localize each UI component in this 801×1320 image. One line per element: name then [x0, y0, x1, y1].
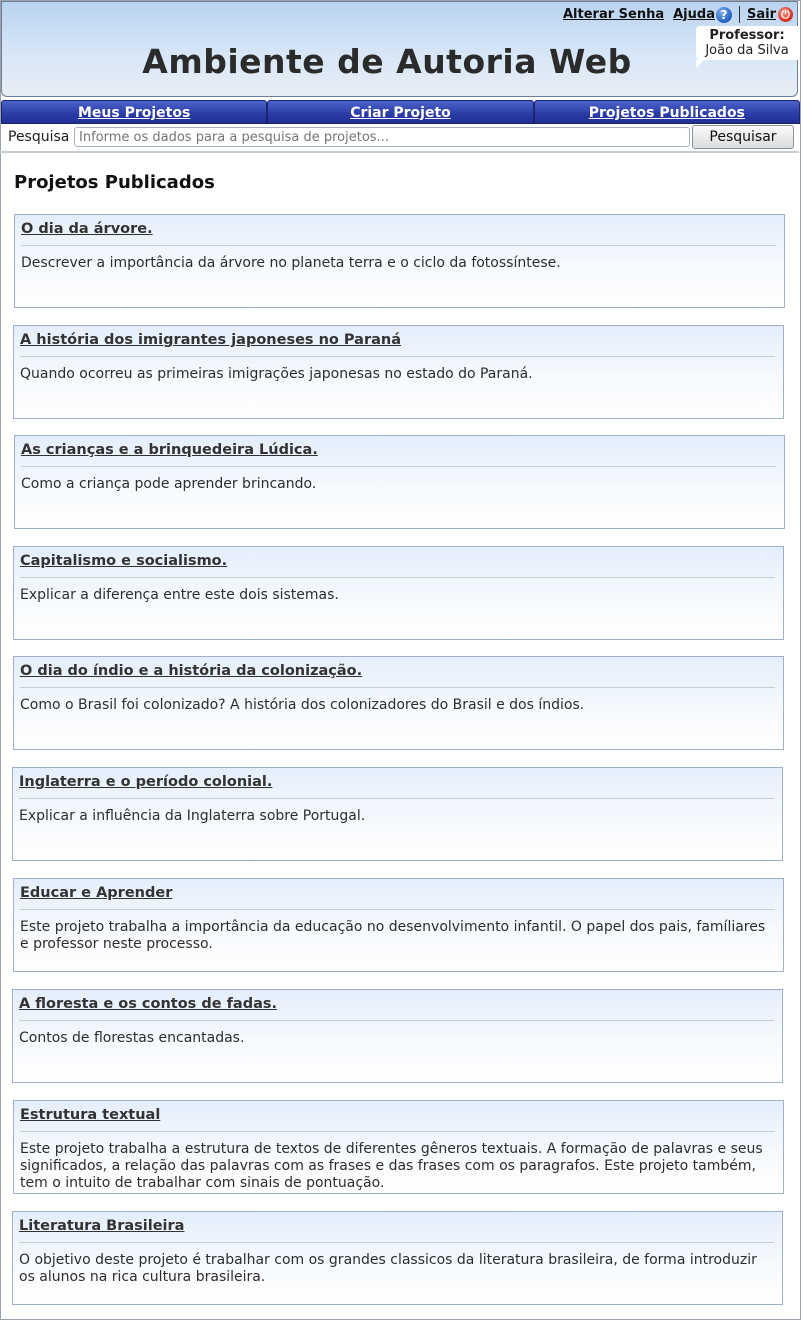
- search-label: Pesquisa: [8, 129, 70, 145]
- top-links: Alterar Senha Ajuda ? Sair ⏻: [563, 6, 793, 23]
- power-icon[interactable]: ⏻: [778, 7, 793, 22]
- project-title-link[interactable]: Educar e Aprender: [20, 885, 775, 910]
- project-card: A floresta e os contos de fadas. Contos …: [12, 989, 783, 1083]
- help-icon[interactable]: ?: [715, 6, 732, 23]
- project-title-link[interactable]: Estrutura textual: [20, 1107, 775, 1132]
- project-description: Contos de florestas encantadas.: [19, 1030, 245, 1046]
- project-description: Explicar a influência da Inglaterra sobr…: [19, 808, 366, 824]
- main-nav: Meus Projetos Criar Projeto Projetos Pub…: [1, 100, 800, 124]
- tab-meus-projetos[interactable]: Meus Projetos: [1, 100, 268, 124]
- divider: [738, 6, 740, 23]
- project-card: Capitalismo e socialismo. Explicar a dif…: [13, 546, 784, 640]
- project-title-link[interactable]: A floresta e os contos de fadas.: [19, 996, 774, 1021]
- search-bar: Pesquisa Pesquisar: [0, 125, 799, 153]
- project-title-link[interactable]: As crianças e a brinquedeira Lúdica.: [21, 442, 776, 467]
- app-title: Ambiente de Autoria Web: [142, 42, 632, 81]
- project-title-link[interactable]: Literatura Brasileira: [19, 1218, 774, 1243]
- project-card: As crianças e a brinquedeira Lúdica. Com…: [14, 435, 785, 529]
- project-description: Explicar a diferença entre este dois sis…: [20, 587, 339, 603]
- search-button[interactable]: Pesquisar: [692, 125, 794, 149]
- project-title-link[interactable]: O dia da árvore.: [21, 221, 776, 246]
- professor-name: João da Silva: [705, 43, 789, 58]
- help-link[interactable]: Ajuda: [673, 7, 715, 22]
- tab-projetos-publicados[interactable]: Projetos Publicados: [533, 100, 800, 124]
- project-description: Como a criança pode aprender brincando.: [21, 476, 317, 492]
- change-password-link[interactable]: Alterar Senha: [563, 7, 664, 22]
- project-title-link[interactable]: Capitalismo e socialismo.: [20, 553, 775, 578]
- project-card: Estrutura textual Este projeto trabalha …: [13, 1100, 784, 1194]
- search-input[interactable]: [74, 127, 690, 147]
- project-card: A história dos imigrantes japoneses no P…: [13, 325, 784, 419]
- project-title-link[interactable]: A história dos imigrantes japoneses no P…: [20, 332, 775, 357]
- professor-role: Professor:: [709, 28, 785, 43]
- app-header: Ambiente de Autoria Web Alterar Senha Aj…: [1, 1, 798, 97]
- project-description: Este projeto trabalha a importância da e…: [20, 919, 766, 952]
- tab-criar-projeto[interactable]: Criar Projeto: [267, 100, 534, 124]
- page-title: Projetos Publicados: [14, 172, 215, 193]
- project-card: O dia do índio e a história da colonizaç…: [13, 656, 784, 750]
- project-title-link[interactable]: Inglaterra e o período colonial.: [19, 774, 774, 799]
- project-card: O dia da árvore. Descrever a importância…: [14, 214, 785, 308]
- project-description: Como o Brasil foi colonizado? A história…: [20, 697, 585, 713]
- logout-link[interactable]: Sair: [747, 7, 776, 22]
- project-description: Descrever a importância da árvore no pla…: [21, 255, 561, 271]
- project-card: Educar e Aprender Este projeto trabalha …: [13, 878, 784, 972]
- project-card: Literatura Brasileira O objetivo deste p…: [12, 1211, 783, 1305]
- project-description: O objetivo deste projeto é trabalhar com…: [19, 1252, 757, 1285]
- project-description: Este projeto trabalha a estrutura de tex…: [20, 1141, 763, 1191]
- project-description: Quando ocorreu as primeiras imigrações j…: [20, 366, 533, 382]
- project-card: Inglaterra e o período colonial. Explica…: [12, 767, 783, 861]
- project-title-link[interactable]: O dia do índio e a história da colonizaç…: [20, 663, 775, 688]
- professor-badge: Professor: João da Silva: [696, 26, 798, 68]
